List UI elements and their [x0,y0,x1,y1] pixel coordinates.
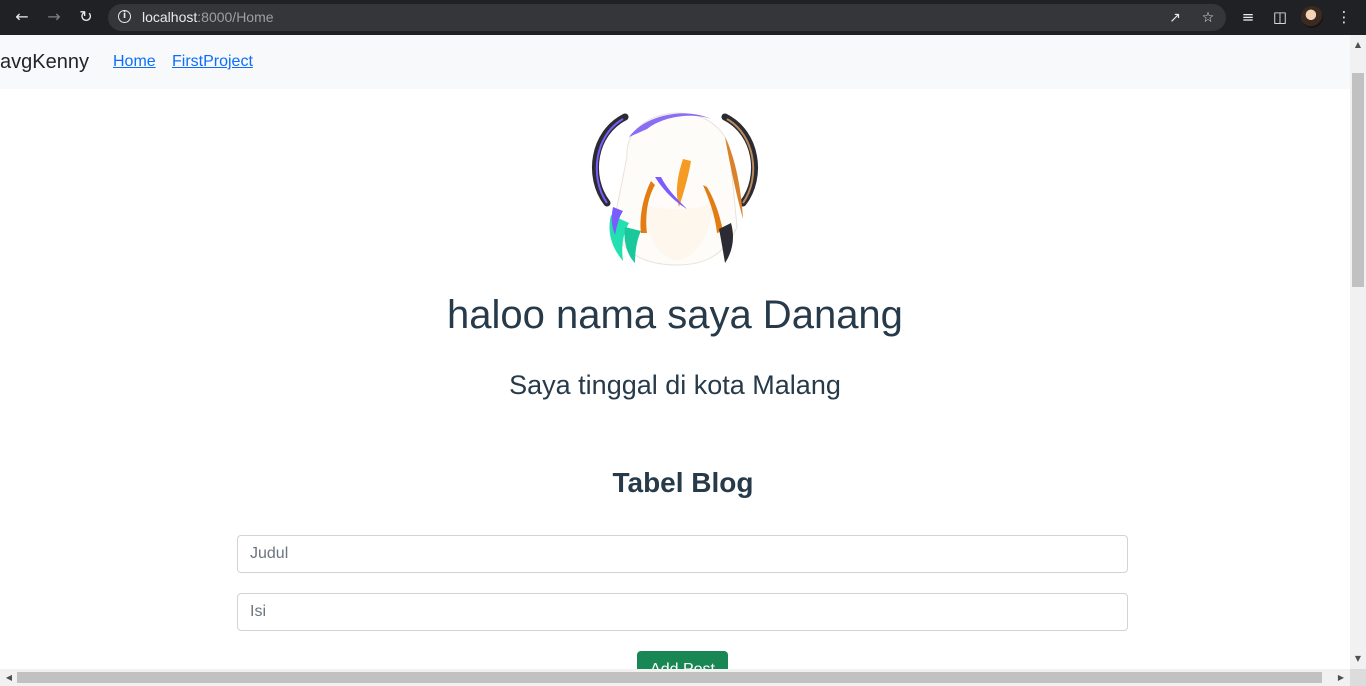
forward-arrow-icon[interactable]: → [44,7,64,27]
tab-search-icon[interactable]: ≡ [1238,7,1258,27]
vertical-scroll-thumb[interactable] [1352,73,1364,287]
navbar: avgKenny Home FirstProject [0,35,1350,89]
title-input[interactable]: Judul [237,535,1128,573]
star-icon[interactable]: ☆ [1199,9,1217,27]
scrollbar-corner [1350,669,1366,686]
add-post-button[interactable]: Add Post [637,651,728,669]
scroll-up-arrow-icon[interactable]: ▲ [1350,37,1366,53]
scroll-down-arrow-icon[interactable]: ▼ [1350,651,1366,667]
kebab-menu-icon[interactable]: ⋮ [1334,7,1354,27]
share-icon[interactable]: ↗ [1166,9,1184,27]
vertical-scrollbar[interactable]: ▲ ▼ [1350,35,1366,669]
url-host: localhost [142,9,198,25]
navbar-brand[interactable]: avgKenny [0,50,89,74]
anime-avatar-illustration [591,112,759,266]
nav-link-home[interactable]: Home [113,52,156,72]
reload-icon[interactable]: ↻ [76,7,96,27]
horizontal-scroll-thumb[interactable] [17,672,1322,683]
scroll-left-arrow-icon[interactable]: ◀ [1,670,17,686]
page-viewport: avgKenny Home FirstProject haloo nama sa… [0,35,1350,669]
blog-table-title: Tabel Blog [612,467,754,498]
scroll-right-arrow-icon[interactable]: ▶ [1333,670,1349,686]
back-arrow-icon[interactable]: ← [12,7,32,27]
content-input[interactable]: Isi [237,593,1128,631]
browser-toolbar: ← → ↻ i localhost:8000/Home ↗ ☆ ≡ ◫ ⋮ [0,0,1366,35]
profile-heading: haloo nama saya Danang [447,293,903,337]
profile-subheading: Saya tinggal di kota Malang [509,370,841,400]
address-bar[interactable]: i localhost:8000/Home ↗ ☆ [108,4,1226,31]
horizontal-scrollbar[interactable]: ◀ ▶ [0,669,1350,686]
info-icon[interactable]: i [118,10,131,23]
content-placeholder: Isi [250,603,266,620]
url-path: :8000/Home [197,9,274,25]
profile-avatar[interactable] [1301,6,1323,28]
nav-link-firstproject[interactable]: FirstProject [172,52,253,72]
title-placeholder: Judul [250,545,289,562]
address-url[interactable]: localhost:8000/Home [142,9,274,25]
side-panel-icon[interactable]: ◫ [1270,7,1290,27]
